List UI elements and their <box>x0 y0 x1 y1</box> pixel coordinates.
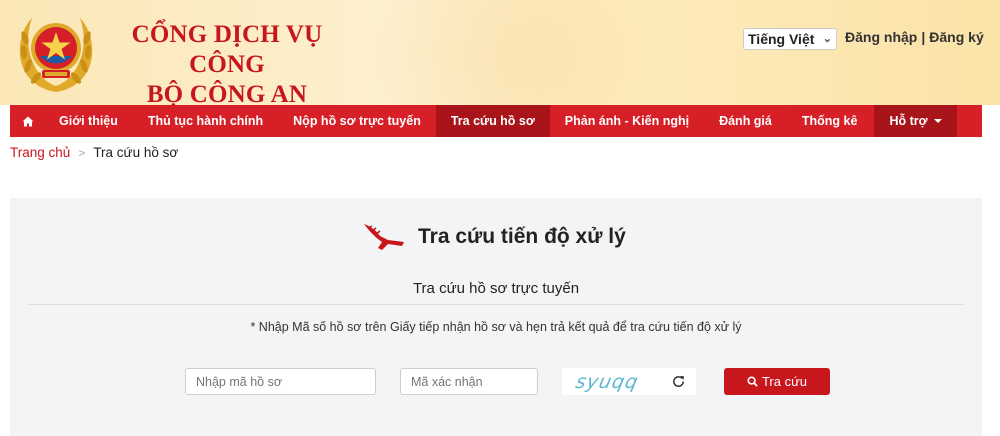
lookup-subtitle: Tra cứu hồ sơ trực tuyến <box>412 280 580 297</box>
register-link[interactable]: Đăng ký <box>929 29 983 45</box>
lookup-instruction: * Nhập Mã số hồ sơ trên Giấy tiếp nhận h… <box>250 320 742 334</box>
breadcrumb-arrow-icon: > <box>78 145 86 160</box>
nav-item-support[interactable]: Hỗ trợ <box>874 105 957 137</box>
language-select-value: Tiếng Việt <box>748 31 815 47</box>
main-nav: Giới thiệu Thủ tục hành chính Nộp hồ sơ … <box>10 105 982 137</box>
site-title[interactable]: CỔNG DỊCH VỤ CÔNG BỘ CÔNG AN <box>112 20 342 105</box>
search-icon <box>747 376 758 387</box>
auth-separator: | <box>921 29 926 45</box>
police-emblem-icon[interactable] <box>12 8 100 96</box>
nav-item-online-submit[interactable]: Nộp hồ sơ trực tuyến <box>278 105 436 137</box>
panel-divider <box>28 304 964 305</box>
captcha-input[interactable] <box>400 368 538 395</box>
breadcrumb-home[interactable]: Trang chủ <box>10 145 70 160</box>
nav-home[interactable] <box>10 105 44 137</box>
nav-item-statistics[interactable]: Thống kê <box>787 105 873 137</box>
login-link[interactable]: Đăng nhập <box>845 29 917 45</box>
site-header: CỔNG DỊCH VỤ CÔNG BỘ CÔNG AN Tiếng Việt … <box>0 0 1000 105</box>
breadcrumb: Trang chủ > Tra cứu hồ sơ <box>10 145 178 160</box>
captcha-image: syuqq <box>562 368 696 395</box>
record-code-input[interactable] <box>185 368 376 395</box>
lookup-title-wrap: Tra cứu tiến độ xử lý <box>362 220 626 254</box>
auth-links: Đăng nhập | Đăng ký <box>845 29 984 45</box>
captcha-text: syuqq <box>573 370 641 393</box>
lookup-title: Tra cứu tiến độ xử lý <box>418 225 626 248</box>
language-select[interactable]: Tiếng Việt ⌄ <box>743 28 837 50</box>
drum-bird-icon <box>364 224 404 250</box>
caret-down-icon <box>933 119 942 123</box>
refresh-icon[interactable] <box>671 374 686 389</box>
nav-item-intro[interactable]: Giới thiệu <box>44 105 133 137</box>
nav-item-feedback[interactable]: Phản ánh - Kiến nghị <box>550 105 704 137</box>
search-button[interactable]: Tra cứu <box>724 368 830 395</box>
nav-item-support-label: Hỗ trợ <box>889 114 928 128</box>
breadcrumb-current: Tra cứu hồ sơ <box>93 145 179 160</box>
chevron-down-icon: ⌄ <box>822 33 832 45</box>
nav-item-procedures[interactable]: Thủ tục hành chính <box>133 105 278 137</box>
site-title-line2: BỘ CÔNG AN <box>146 81 308 105</box>
header-drum-pattern <box>330 0 710 105</box>
nav-item-lookup[interactable]: Tra cứu hồ sơ <box>435 105 550 137</box>
site-title-line1: CỔNG DỊCH VỤ CÔNG <box>131 21 323 78</box>
home-icon <box>22 116 34 126</box>
nav-item-rating[interactable]: Đánh giá <box>704 105 787 137</box>
lookup-panel: Tra cứu tiến độ xử lý Tra cứu hồ sơ trực… <box>10 198 982 436</box>
search-button-label: Tra cứu <box>761 374 808 389</box>
